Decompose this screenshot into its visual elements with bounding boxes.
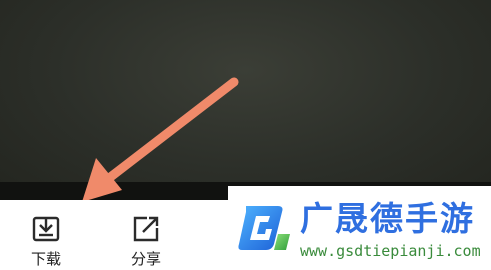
watermark-logo-icon	[238, 206, 290, 250]
share-label: 分享	[130, 250, 161, 268]
share-icon	[133, 216, 159, 242]
share-button[interactable]: 分享	[116, 214, 176, 270]
download-button[interactable]: 下载	[16, 214, 76, 270]
bottom-action-bar: 下载 分享	[0, 200, 228, 270]
pointer-arrow	[82, 77, 239, 200]
watermark-site-url: www.gsdtiepianji.com	[300, 242, 481, 260]
download-label: 下载	[30, 250, 61, 268]
image-viewer	[0, 0, 491, 200]
watermark-site-name: 广晟德手游	[300, 199, 475, 238]
download-icon	[32, 216, 60, 242]
site-watermark: 广晟德手游 www.gsdtiepianji.com	[228, 186, 491, 270]
